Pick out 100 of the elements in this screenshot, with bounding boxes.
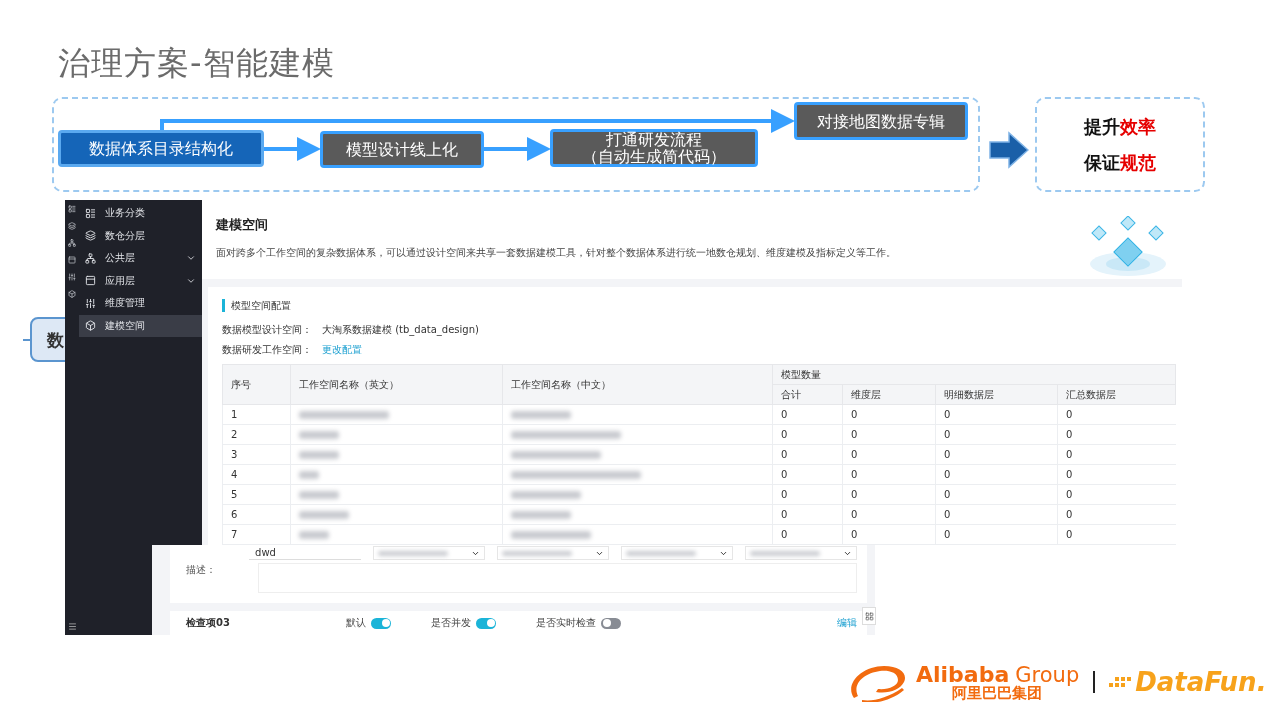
toggle-switch[interactable]: [601, 617, 621, 629]
blurred-text: [511, 411, 571, 419]
layers-icon[interactable]: [68, 222, 76, 230]
cube-icon: [85, 320, 96, 332]
table-cell: 3: [222, 444, 291, 465]
blurred-text: [299, 491, 339, 499]
panel-icon: [85, 275, 96, 287]
page-title: 建模空间: [216, 216, 269, 234]
blurred-text: [299, 531, 329, 539]
sidebar-item[interactable]: 数仓分层: [79, 224, 202, 247]
outcome-text: 保证: [1084, 150, 1120, 175]
sliders-icon: [85, 297, 96, 309]
table-cell: 0: [1057, 504, 1176, 525]
flow-step: 对接地图数据专辑: [794, 102, 968, 140]
sidebar-item[interactable]: 建模空间: [79, 314, 202, 337]
flow-arrow: [484, 137, 551, 161]
sidebar-item[interactable]: 维度管理: [79, 292, 202, 315]
column-header: 工作空间名称（英文）: [290, 364, 503, 405]
select-field[interactable]: [496, 546, 609, 560]
table-cell: 0: [772, 404, 843, 425]
table-cell: 0: [935, 424, 1058, 445]
table-cell: 0: [1057, 524, 1176, 545]
sidebar-item[interactable]: 应用层: [79, 269, 202, 292]
outcome-highlight: 效率: [1120, 114, 1156, 139]
input-field[interactable]: dwd: [249, 546, 361, 560]
table-cell: 7: [222, 524, 291, 545]
brand-suffix: Group: [1015, 664, 1080, 686]
table-cell: 0: [772, 524, 843, 545]
table-cell: 0: [935, 524, 1058, 545]
field-label: 数据模型设计空间：: [222, 323, 312, 337]
blurred-text: [299, 471, 319, 479]
check-title: 检查项03: [186, 616, 231, 630]
table-cell: 0: [1057, 424, 1176, 445]
field-label: 数据研发工作空间：: [222, 343, 312, 357]
network-icon[interactable]: [68, 239, 76, 247]
blurred-text: [511, 511, 571, 519]
table-cell: 5: [222, 484, 291, 505]
table-cell: 0: [842, 424, 936, 445]
toggle-label: 是否并发: [431, 616, 471, 630]
table-cell: 0: [842, 484, 936, 505]
toggle-label: 是否实时检查: [536, 616, 596, 630]
flow-step: 打通研发流程 （自动生成简代码）: [550, 129, 758, 167]
section-heading: 模型空间配置: [222, 299, 1176, 312]
table-cell: 0: [842, 504, 936, 525]
toggle-switch[interactable]: [476, 617, 496, 629]
table-cell: 6: [222, 504, 291, 525]
column-header: 工作空间名称（中文）: [502, 364, 773, 405]
list-icon: [85, 207, 96, 219]
flow-arrow: [264, 137, 321, 161]
select-field[interactable]: [620, 546, 733, 560]
outcome-text: 提升: [1084, 114, 1120, 139]
sidebar-item[interactable]: 公共层: [79, 247, 202, 270]
column-header: 序号: [222, 364, 291, 405]
flow-step: 数据体系目录结构化: [58, 130, 264, 167]
grid-icon: [864, 611, 874, 621]
table-cell: 0: [772, 484, 843, 505]
brand-chinese-name: 阿里巴巴集团: [952, 685, 1042, 701]
layers-icon: [85, 230, 96, 242]
table-cell: 0: [1057, 404, 1176, 425]
outcome-highlight: 规范: [1120, 150, 1156, 175]
table-cell: 0: [772, 464, 843, 485]
panel-icon[interactable]: [68, 256, 76, 264]
sliders-icon[interactable]: [68, 273, 76, 281]
table-cell: 0: [1057, 464, 1176, 485]
table-cell: 0: [842, 464, 936, 485]
select-field[interactable]: [372, 546, 485, 560]
toggle-label: 默认: [346, 616, 366, 630]
blurred-text: [299, 451, 339, 459]
page-description: 面对跨多个工作空间的复杂数据体系，可以通过设计空间来共享一套数据建模工具，针对整个数据体系进行统一地数仓规划、维度建模及指标定义等工作。: [216, 246, 896, 260]
table-cell: 0: [772, 424, 843, 445]
table-cell: 0: [935, 504, 1058, 525]
table-cell: 0: [842, 404, 936, 425]
table-cell: 0: [935, 444, 1058, 465]
table-cell: 0: [772, 504, 843, 525]
blurred-text: [299, 511, 349, 519]
column-group-header: 模型数量: [772, 364, 1176, 385]
brand-name: Alibaba: [916, 663, 1010, 686]
grid-button[interactable]: [862, 607, 876, 625]
cube-icon[interactable]: [68, 290, 76, 298]
field-value: 大淘系数据建模 (tb_data_design): [322, 323, 479, 337]
table-cell: 0: [772, 444, 843, 465]
flow-step: 模型设计线上化: [320, 131, 484, 168]
blurred-text: [511, 491, 581, 499]
table-cell: 0: [842, 524, 936, 545]
partner-logo-text: DataFun.: [1135, 667, 1267, 697]
table-cell: 2: [222, 424, 291, 445]
dots-logo-icon: [1109, 675, 1132, 689]
list-icon[interactable]: [68, 205, 76, 213]
table-cell: 1: [222, 404, 291, 425]
network-icon: [85, 252, 96, 264]
field-label: 描述：: [186, 563, 217, 577]
sidebar-item[interactable]: 业务分类: [79, 202, 202, 225]
table-cell: 4: [222, 464, 291, 485]
menu-icon[interactable]: [68, 622, 77, 631]
table-cell: 0: [935, 404, 1058, 425]
slide-title: 治理方案-智能建模: [58, 43, 335, 84]
table-cell: 0: [935, 484, 1058, 505]
select-field[interactable]: [744, 546, 857, 560]
table-cell: 0: [1057, 484, 1176, 505]
toggle-switch[interactable]: [371, 617, 391, 629]
